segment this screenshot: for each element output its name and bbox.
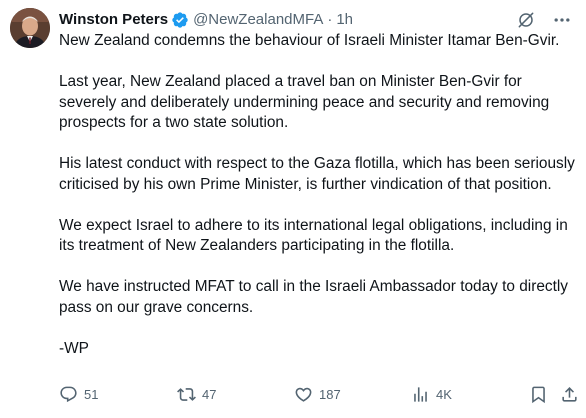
bookmark-button[interactable] <box>529 385 548 404</box>
top-actions <box>516 9 572 31</box>
author-handle[interactable]: @NewZealandMFA <box>193 10 323 30</box>
tweet-paragraph: Last year, New Zealand placed a travel b… <box>59 73 550 131</box>
reply-count: 51 <box>84 386 99 402</box>
avatar[interactable] <box>10 8 50 48</box>
tweet-paragraph: We expect Israel to adhere to its intern… <box>59 216 568 255</box>
share-icon <box>560 385 579 404</box>
tweet-text: New Zealand condemns the behaviour of Is… <box>59 31 579 380</box>
reply-icon <box>59 385 78 404</box>
bookmark-icon <box>529 385 548 404</box>
tweet-card: Winston Peters @NewZealandMFA · 1h New Z… <box>0 0 586 418</box>
views-chart-icon <box>411 385 430 404</box>
tweet-timestamp[interactable]: 1h <box>336 10 353 30</box>
separator-dot: · <box>327 11 333 28</box>
action-bar: 51 47 187 4K <box>59 383 577 405</box>
reply-button[interactable]: 51 <box>59 385 98 404</box>
tweet-paragraph: New Zealand condemns the behaviour of Is… <box>59 32 560 49</box>
tweet-paragraph: We have instructed MFAT to call in the I… <box>59 278 568 316</box>
author-name[interactable]: Winston Peters <box>59 10 168 30</box>
retweet-icon <box>177 385 196 404</box>
tweet-paragraph: His latest conduct with respect to the G… <box>59 155 575 193</box>
verified-badge-icon <box>171 11 189 29</box>
retweet-count: 47 <box>202 386 217 402</box>
views-count: 4K <box>436 386 452 402</box>
share-button[interactable] <box>560 385 579 404</box>
like-count: 187 <box>319 386 341 402</box>
grok-icon[interactable] <box>516 10 536 30</box>
tweet-header: Winston Peters @NewZealandMFA · 1h <box>59 9 516 31</box>
retweet-button[interactable]: 47 <box>177 385 216 404</box>
like-button[interactable]: 187 <box>294 385 341 404</box>
heart-icon <box>294 385 313 404</box>
tweet-signature: -WP <box>59 339 89 357</box>
views-button[interactable]: 4K <box>411 385 452 404</box>
more-options-icon[interactable] <box>552 10 572 30</box>
